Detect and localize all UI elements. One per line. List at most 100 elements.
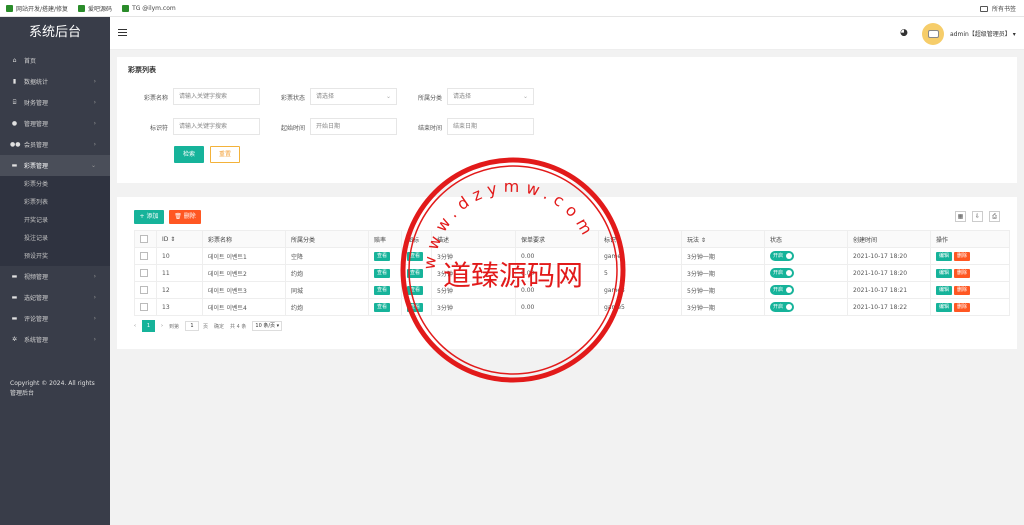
add-button[interactable]: + 添加 <box>134 210 164 224</box>
sidebar-item-members[interactable]: ●● 会员管理 › <box>0 134 110 155</box>
export-icon[interactable]: ⇩ <box>972 211 983 222</box>
avatar[interactable] <box>922 23 944 45</box>
status-toggle[interactable]: 开启 <box>770 268 794 278</box>
status-toggle[interactable]: 开启 <box>770 302 794 312</box>
comment-icon: ▬ <box>11 315 18 322</box>
view-odds-button[interactable]: 查看 <box>374 251 391 261</box>
category-select[interactable]: 请选择 ⌄ <box>447 88 534 105</box>
col-category: 所属分类 <box>285 230 369 248</box>
sidebar-item-finance[interactable]: ⌸ 财务管理 › <box>0 92 110 113</box>
delete-button[interactable]: 🗑 删除 <box>169 210 201 224</box>
submenu-lottery-list[interactable]: 彩票列表 <box>0 194 110 212</box>
confirm-page-button[interactable]: 确定 <box>214 323 224 330</box>
chevron-down-icon: ⌄ <box>90 162 96 169</box>
bookmark-icon <box>6 4 13 12</box>
view-icon-button[interactable]: 查看 <box>407 268 424 278</box>
bookmark-3[interactable]: TG @ilym.com <box>122 4 176 12</box>
col-id[interactable]: ID ⇕ <box>156 230 203 248</box>
submenu-bet-records[interactable]: 投注记录 <box>0 230 110 248</box>
category-label: 所属分类 <box>417 95 442 102</box>
cell-name: 데이트 이벤트3 <box>202 281 286 299</box>
col-odds: 赔率 <box>368 230 402 248</box>
col-play[interactable]: 玩法 ⇕ <box>681 230 765 248</box>
print-icon[interactable]: ⎙ <box>989 211 1000 222</box>
row-checkbox[interactable] <box>134 264 157 282</box>
view-odds-button[interactable]: 查看 <box>374 302 391 312</box>
bookmark-1[interactable]: 网站开发/搭建/修复 <box>6 4 68 13</box>
sidebar-item-select[interactable]: ▬ 选妃管理 › <box>0 287 110 308</box>
bookmark-icon <box>78 4 86 12</box>
edit-button[interactable]: 编辑 <box>936 285 953 295</box>
row-checkbox[interactable] <box>134 281 157 299</box>
cell-created: 2021-10-17 18:21 <box>847 281 931 299</box>
gamepad-icon: ▬ <box>11 162 18 169</box>
bookmark-2[interactable]: 爱吧源码 <box>78 4 112 13</box>
sidebar-item-lottery[interactable]: ▬ 彩票管理 ⌄ <box>0 155 110 176</box>
submenu-preset-draw[interactable]: 预设开奖 <box>0 248 110 266</box>
submenu-lottery-category[interactable]: 彩票分类 <box>0 176 110 194</box>
col-name: 彩票名称 <box>202 230 286 248</box>
cell-category: 约炮 <box>285 298 369 316</box>
edit-button[interactable]: 编辑 <box>936 302 953 312</box>
edit-button[interactable]: 编辑 <box>936 251 953 261</box>
lottery-submenu: 彩票分类 彩票列表 开奖记录 投注记录 预设开奖 <box>0 176 110 266</box>
sidebar-item-stats[interactable]: ▮ 数据统计 › <box>0 71 110 92</box>
sidebar-item-admin[interactable]: ● 管理管理 › <box>0 113 110 134</box>
row-delete-button[interactable]: 删除 <box>953 302 970 312</box>
cell-play: 3分钟一期 <box>681 264 765 282</box>
row-delete-button[interactable]: 删除 <box>953 251 970 261</box>
page-size-select[interactable]: 10 条/页 ▾ <box>252 321 283 331</box>
sidebar-item-video[interactable]: ▬ 视频管理 › <box>0 266 110 287</box>
mark-input[interactable]: 请输入关键字搜索 <box>173 118 260 135</box>
status-select[interactable]: 请选择 ⌄ <box>310 88 397 105</box>
cell-play: 3分钟一期 <box>681 247 765 265</box>
current-page[interactable]: 1 <box>142 320 155 332</box>
end-date-input[interactable]: 结束日期 <box>447 118 534 135</box>
select-all-checkbox[interactable] <box>134 230 157 248</box>
row-delete-button[interactable]: 删除 <box>953 268 970 278</box>
end-time-label: 结束时间 <box>417 125 442 132</box>
row-delete-button[interactable]: 删除 <box>953 285 970 295</box>
view-odds-button[interactable]: 查看 <box>374 268 391 278</box>
edit-button[interactable]: 编辑 <box>936 268 953 278</box>
sidebar-item-home[interactable]: ⌂ 首页 <box>0 50 110 71</box>
users-icon: ●● <box>10 141 21 148</box>
all-bookmarks[interactable]: 所有书签 <box>979 0 1016 17</box>
view-icon-button[interactable]: 查看 <box>407 285 424 295</box>
cell-created: 2021-10-17 18:20 <box>847 247 931 265</box>
cell-requirement: 0.00 <box>515 298 599 316</box>
palette-icon[interactable]: ◕ <box>900 28 908 38</box>
cell-mark: game3 <box>598 281 682 299</box>
row-checkbox[interactable] <box>134 247 157 265</box>
table-row: 11 데이트 이벤트2 约炮 查看 查看 3分钟 0.00 5 3分钟一期 开启 2021-10-1… <box>134 264 1010 282</box>
columns-icon[interactable]: ▦ <box>955 211 966 222</box>
col-desc: 描述 <box>431 230 516 248</box>
user-menu[interactable]: admin【超级管理员】 ▾ <box>950 29 1016 38</box>
name-input[interactable]: 请输入关键字搜索 <box>173 88 260 105</box>
sidebar-item-comments[interactable]: ▬ 评论管理 › <box>0 308 110 329</box>
view-icon-button[interactable]: 查看 <box>407 251 424 261</box>
next-page-button[interactable]: › <box>161 323 163 329</box>
cell-desc: 3分钟 <box>431 298 516 316</box>
cell-id: 13 <box>156 298 203 316</box>
cell-name: 데이트 이벤트4 <box>202 298 286 316</box>
reset-button[interactable]: 重置 <box>210 146 240 163</box>
name-label: 彩票名称 <box>143 95 168 102</box>
page-unit: 页 <box>203 323 209 330</box>
prev-page-button[interactable]: ‹ <box>134 323 136 329</box>
page-input[interactable]: 1 <box>185 321 200 331</box>
filter-panel: 彩票列表 彩票名称 请输入关键字搜索 彩票状态 请选择 ⌄ 所属分类 请选择 ⌄ 标… <box>117 57 1017 183</box>
row-checkbox[interactable] <box>134 298 157 316</box>
search-button[interactable]: 检索 <box>174 146 204 163</box>
cell-id: 10 <box>156 247 203 265</box>
status-toggle[interactable]: 开启 <box>770 285 794 295</box>
cell-mark: game5 <box>598 298 682 316</box>
menu-toggle-icon[interactable] <box>118 29 127 38</box>
view-icon-button[interactable]: 查看 <box>407 302 424 312</box>
status-toggle[interactable]: 开启 <box>770 251 794 261</box>
view-odds-button[interactable]: 查看 <box>374 285 391 295</box>
mark-label: 标识符 <box>149 125 168 132</box>
start-date-input[interactable]: 开始日期 <box>310 118 397 135</box>
submenu-draw-records[interactable]: 开奖记录 <box>0 212 110 230</box>
sidebar-item-system[interactable]: ✲ 系统管理 › <box>0 329 110 350</box>
